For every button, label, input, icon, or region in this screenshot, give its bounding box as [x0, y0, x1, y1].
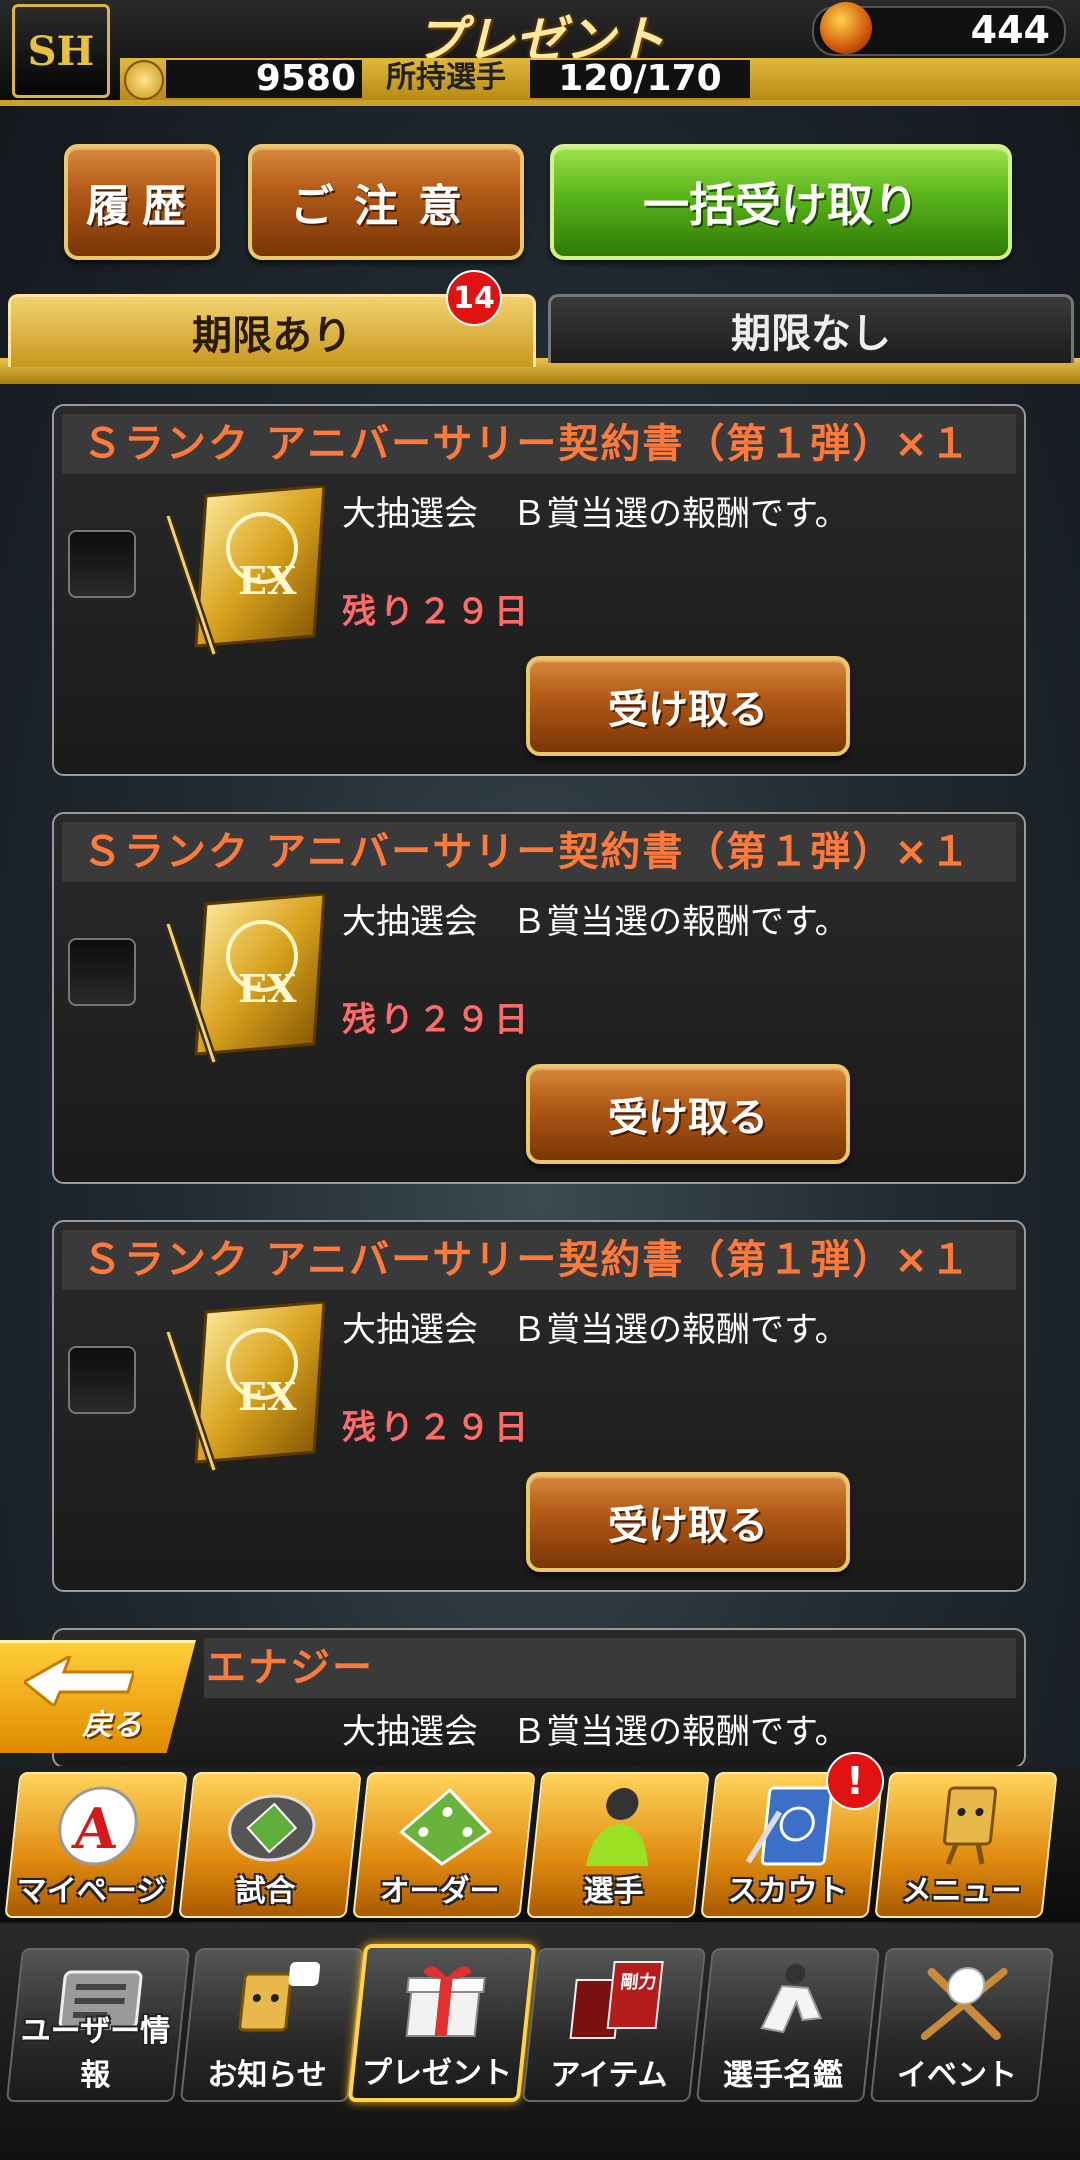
receive-button[interactable]: 受け取る [526, 1472, 850, 1572]
players-label: 所持選手 [386, 60, 506, 95]
stadium-icon [228, 1794, 316, 1862]
fuel-count: 444 [970, 8, 1050, 52]
nav-label: プレゼント [362, 2056, 513, 2091]
tab-with-limit-label: 期限あり [192, 313, 352, 359]
tab-no-limit[interactable]: 期限なし [548, 294, 1074, 363]
notice-mascot-icon [238, 1962, 321, 2032]
ex-contract-card-icon: EX [166, 486, 326, 656]
item-book-text: 剛力 [619, 1971, 657, 1993]
present-title: Ｓランク アニバーサリー契約書（第１弾）×１ [62, 1230, 1016, 1290]
present-title: Ｓランク アニバーサリー契約書（第１弾）×１ [62, 414, 1016, 474]
svg-text:EX: EX [238, 558, 297, 603]
nav-label: 選手 [583, 1874, 644, 1909]
nav-players[interactable]: 選手 [526, 1772, 710, 1918]
select-checkbox[interactable] [68, 938, 136, 1006]
select-checkbox[interactable] [68, 530, 136, 598]
caution-button-label: ご注意 [290, 181, 482, 232]
remaining-days: 残り２９日 [342, 1408, 532, 1448]
present-card: Ｓランク アニバーサリー契約書（第１弾）×１ EX 大抽選会 Ｂ賞当選の報酬です… [52, 1220, 1026, 1592]
ex-contract-card-icon: EX [166, 894, 326, 1064]
history-button-label: 履歴 [86, 181, 198, 232]
main-nav: A マイページ 試合 オーダー 選手 スカウト メニュー [0, 1766, 1080, 1922]
receive-button-label: 受け取る [608, 1095, 768, 1141]
svg-text:EX: EX [238, 966, 297, 1011]
bat-ball-icon [920, 1967, 1008, 2040]
coin-icon [124, 60, 164, 100]
nav-label: アイテム [550, 2058, 668, 2093]
present-description: 大抽選会 Ｂ賞当選の報酬です。 [342, 494, 849, 534]
player-icon [585, 1788, 648, 1866]
nav-player-directory[interactable]: 選手名鑑 [695, 1948, 881, 2102]
receive-button-label: 受け取る [608, 1503, 768, 1549]
back-arrow-icon [24, 1656, 134, 1706]
mypage-a-icon: A [58, 1786, 138, 1866]
nav-mypage[interactable]: A マイページ [4, 1772, 188, 1918]
nav-order[interactable]: オーダー [352, 1772, 536, 1918]
nav-notice[interactable]: お知らせ [179, 1948, 365, 2102]
nav-label: メニュー [901, 1874, 1022, 1909]
bulk-receive-button[interactable]: 一括受け取り [550, 144, 1012, 260]
svg-text:EX: EX [238, 1374, 297, 1419]
present-description: 大抽選会 Ｂ賞当選の報酬です。 [342, 1712, 849, 1752]
nav-label: イベント [897, 2058, 1018, 2093]
nav-label: スカウト [727, 1874, 848, 1909]
item-book-icon: 剛力 [569, 1961, 664, 2039]
nav-event[interactable]: イベント [869, 1948, 1055, 2102]
receive-button-label: 受け取る [608, 687, 768, 733]
tab-no-limit-label: 期限なし [731, 311, 891, 357]
remaining-days: 残り２９日 [342, 592, 532, 632]
present-title: エナジー [204, 1638, 1016, 1698]
caution-button[interactable]: ご注意 [248, 144, 524, 260]
player-directory-icon [760, 1964, 823, 2034]
nav-item[interactable]: 剛力 アイテム [521, 1948, 707, 2102]
select-checkbox[interactable] [68, 1346, 136, 1414]
nav-menu[interactable]: メニュー [874, 1772, 1058, 1918]
team-logo: SH [12, 4, 110, 98]
nav-label: オーダー [379, 1874, 500, 1909]
coin-count: 9580 [166, 60, 362, 98]
team-logo-text: SH [27, 27, 95, 75]
nav-present[interactable]: プレゼント [347, 1944, 537, 2102]
present-description: 大抽選会 Ｂ賞当選の報酬です。 [342, 902, 849, 942]
nav-label: マイページ [16, 1874, 167, 1909]
history-button[interactable]: 履歴 [64, 144, 220, 260]
remaining-days: 残り２９日 [342, 1000, 532, 1040]
receive-button[interactable]: 受け取る [526, 656, 850, 756]
scout-alert-badge: ! [826, 1752, 884, 1810]
menu-mascot-icon [942, 1786, 998, 1865]
field-order-icon [399, 1787, 492, 1866]
sub-nav: ユーザー情報 お知らせ プレゼント 剛力 アイテム 選手名鑑 イベント [0, 1924, 1080, 2160]
nav-user-info[interactable]: ユーザー情報 [5, 1948, 191, 2102]
nav-label: ユーザー情報 [20, 2014, 171, 2093]
present-card: Ｓランク アニバーサリー契約書（第１弾）×１ EX 大抽選会 Ｂ賞当選の報酬です… [52, 812, 1026, 1184]
fire-ball-icon [820, 2, 872, 54]
nav-label: 選手名鑑 [723, 2058, 844, 2093]
page-title: プレゼント [415, 11, 665, 69]
bulk-receive-label: 一括受け取り [643, 178, 919, 232]
svg-text:A: A [69, 1796, 122, 1862]
present-title: Ｓランク アニバーサリー契約書（第１弾）×１ [62, 822, 1016, 882]
nav-label: 試合 [235, 1874, 296, 1909]
back-label: 戻る [82, 1708, 142, 1743]
present-card: エナジー 大抽選会 Ｂ賞当選の報酬です。 [52, 1628, 1026, 1768]
present-description: 大抽選会 Ｂ賞当選の報酬です。 [342, 1310, 849, 1350]
receive-button[interactable]: 受け取る [526, 1064, 850, 1164]
tab-count-badge: 14 [446, 270, 502, 326]
nav-game[interactable]: 試合 [178, 1772, 362, 1918]
ex-contract-card-icon: EX [166, 1302, 326, 1472]
present-card: Ｓランク アニバーサリー契約書（第１弾）×１ EX 大抽選会 Ｂ賞当選の報酬です… [52, 404, 1026, 776]
players-count: 120/170 [530, 60, 750, 98]
gift-box-icon [405, 1966, 486, 2037]
nav-label: お知らせ [207, 2058, 327, 2093]
